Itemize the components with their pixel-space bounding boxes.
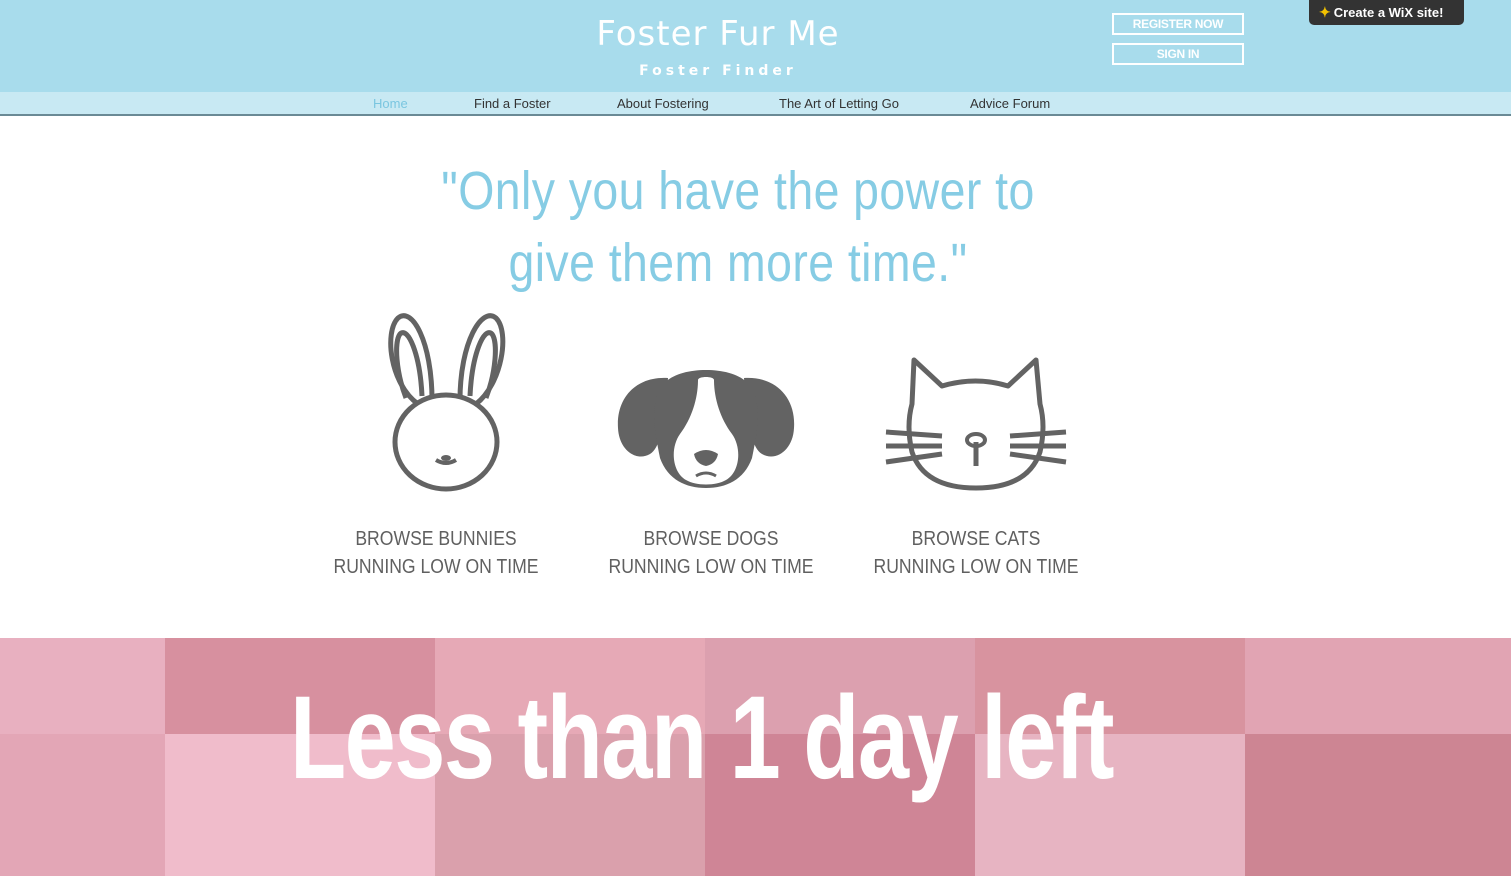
hero-quote: "Only you have the power to give them mo… [0, 155, 1476, 299]
wix-badge-label: Create a WiX site! [1333, 5, 1444, 20]
site-subtitle: Foster Finder [639, 63, 797, 79]
browse-cats-link[interactable]: BROWSE CATS RUNNING LOW ON TIME [856, 525, 1096, 581]
browse-dogs-title: BROWSE DOGS [643, 528, 779, 550]
pet-photo-tile [1245, 734, 1511, 876]
browse-cats-subtitle: RUNNING LOW ON TIME [873, 556, 1079, 578]
dog-icon[interactable] [616, 368, 796, 490]
wix-badge[interactable]: ✦ Create a WiX site! [1309, 0, 1464, 25]
quote-line-1: "Only you have the power to [441, 161, 1035, 221]
browse-bunnies-subtitle: RUNNING LOW ON TIME [333, 556, 539, 578]
site-header: Foster Fur Me Foster Finder REGISTER NOW… [0, 0, 1511, 92]
cat-icon[interactable] [884, 356, 1068, 492]
browse-bunnies-title: BROWSE BUNNIES [355, 528, 517, 550]
pet-photo-tile [1245, 638, 1511, 734]
nav-item-home[interactable]: Home [373, 96, 408, 111]
browse-cats-title: BROWSE CATS [911, 528, 1041, 550]
main-nav: Home Find a Foster About Fostering The A… [0, 92, 1511, 116]
nav-item-advice-forum[interactable]: Advice Forum [970, 96, 1050, 111]
bunny-icon[interactable] [380, 312, 512, 492]
nav-item-about-fostering[interactable]: About Fostering [617, 96, 709, 111]
pet-photo-tile [0, 638, 165, 734]
countdown-text: Less than 1 day left [290, 672, 1115, 804]
browse-dogs-link[interactable]: BROWSE DOGS RUNNING LOW ON TIME [591, 525, 831, 581]
pet-photo-tile [0, 734, 165, 876]
nav-item-find-a-foster[interactable]: Find a Foster [474, 96, 551, 111]
sign-in-button[interactable]: SIGN IN [1112, 43, 1244, 65]
wix-star-icon: ✦ [1319, 4, 1331, 20]
browse-dogs-subtitle: RUNNING LOW ON TIME [608, 556, 814, 578]
quote-line-2: give them more time." [508, 233, 968, 293]
register-button[interactable]: REGISTER NOW [1112, 13, 1244, 35]
browse-bunnies-link[interactable]: BROWSE BUNNIES RUNNING LOW ON TIME [316, 525, 556, 581]
nav-item-art-of-letting-go[interactable]: The Art of Letting Go [779, 96, 899, 111]
